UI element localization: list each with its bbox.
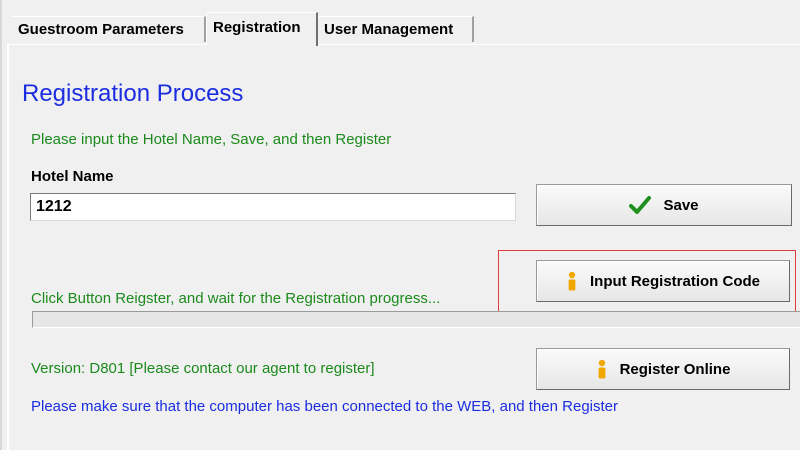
- register-online-button[interactable]: Register Online: [536, 348, 790, 390]
- instruction-text: Please input the Hotel Name, Save, and t…: [31, 131, 392, 148]
- tab-registration[interactable]: Registration: [206, 12, 318, 46]
- register-online-label: Register Online: [619, 360, 731, 378]
- progress-instruction-text: Click Button Reigster, and wait for the …: [31, 290, 441, 307]
- hotel-name-label: Hotel Name: [31, 168, 114, 185]
- hotel-name-input[interactable]: [30, 193, 516, 221]
- registration-window: Guestroom Parameters Registration User M…: [0, 0, 800, 450]
- tab-strip: Guestroom Parameters Registration User M…: [0, 0, 800, 46]
- save-button[interactable]: Save: [536, 184, 792, 226]
- window-edge: [0, 0, 2, 450]
- tab-user-management[interactable]: User Management: [318, 16, 474, 42]
- save-button-label: Save: [663, 196, 699, 214]
- page-title: Registration Process: [22, 80, 244, 107]
- checkmark-icon: [629, 196, 652, 214]
- info-person-icon: [596, 359, 608, 379]
- highlight-box: [498, 250, 796, 320]
- registration-progress-bar: [32, 311, 800, 328]
- tab-guestroom-parameters[interactable]: Guestroom Parameters: [12, 16, 206, 42]
- version-text: Version: D801 [Please contact our agent …: [31, 360, 375, 377]
- web-connection-notice: Please make sure that the computer has b…: [31, 398, 619, 415]
